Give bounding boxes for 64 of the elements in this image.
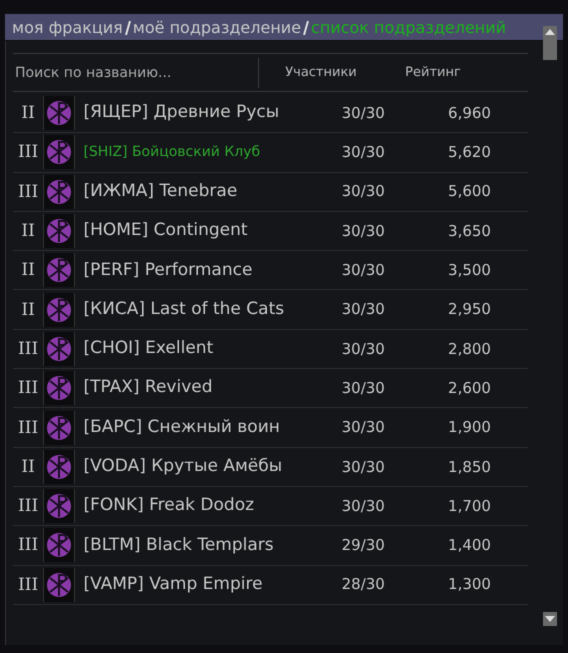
members-cell-text: 28/30	[340, 574, 386, 596]
scroll-down-button[interactable]	[543, 612, 557, 626]
unit-name[interactable]: [ЯЩЕР] Древние Русы	[75, 100, 316, 126]
unit-name[interactable]: [VODA] Крутые Амёбы	[75, 454, 316, 480]
members-cell-text: 30/30	[340, 417, 386, 438]
unit-name[interactable]: [КИСА] Last of the Cats	[75, 296, 316, 322]
separator-icon	[303, 21, 310, 35]
rating-cell-text: 3,500	[447, 260, 492, 282]
unit-name[interactable]: [ИЖМА] Tenebrae	[75, 178, 316, 204]
rating-cell-text: 1,850	[447, 456, 492, 478]
rating-cell-text: 2,600	[447, 378, 492, 399]
members-cell-text: 29/30	[340, 535, 386, 556]
rating-cell-text: 1,900	[447, 417, 492, 438]
rating-cell-text: 3,650	[447, 220, 492, 242]
emblem-icon	[44, 96, 76, 130]
column-header[interactable]: Рейтинг	[377, 62, 489, 82]
unit-name[interactable]: [TPAX] Revived	[75, 375, 316, 401]
breadcrumb-link[interactable]: моё подразделение	[132, 17, 302, 39]
members-cell-text: 30/30	[340, 220, 386, 242]
emblem-icon	[44, 371, 76, 406]
unit-name[interactable]: [VAMP] Vamp Empire	[75, 572, 316, 598]
members-cell-text: 30/30	[340, 260, 386, 282]
members-cell-text: 30/30	[340, 102, 386, 124]
members-cell-text: 30/30	[340, 378, 386, 399]
separator-icon	[124, 21, 131, 35]
emblem-icon	[44, 450, 76, 484]
breadcrumb-link[interactable]: моя фракция	[12, 17, 123, 39]
unit-name[interactable]: [SHIZ] Бойцовский Клуб	[75, 142, 316, 163]
unit-name[interactable]: [CHOI] Exellent	[75, 336, 316, 362]
rating-cell-text: 1,300	[447, 574, 492, 596]
emblem-icon	[44, 568, 76, 602]
emblem-icon	[44, 528, 76, 562]
emblem-icon	[44, 253, 76, 288]
emblem-icon	[44, 174, 76, 209]
members-cell-text: 30/30	[340, 142, 386, 164]
up-arrow-icon	[545, 29, 555, 35]
emblem-icon	[44, 332, 76, 366]
unit-name[interactable]: [BLTM] Black Templars	[75, 532, 316, 558]
members-cell-text: 30/30	[340, 299, 386, 320]
unit-name[interactable]: [HOME] Contingent	[75, 218, 316, 244]
rating-cell-text: 1,700	[447, 496, 492, 517]
rating-cell-text: 1,400	[447, 535, 492, 556]
members-cell-text: 30/30	[340, 496, 386, 517]
members-cell-text: 30/30	[340, 181, 386, 202]
emblem-icon	[44, 489, 76, 524]
rating-cell-text: 6,960	[447, 102, 492, 124]
emblem-icon	[44, 214, 76, 248]
down-arrow-icon	[545, 616, 555, 622]
column-header[interactable]: Участники	[265, 62, 377, 82]
emblem-icon	[44, 292, 76, 327]
rating-cell-text: 5,620	[447, 142, 492, 164]
rating-cell-text: 2,950	[447, 299, 492, 320]
scroll-up-button[interactable]	[543, 26, 557, 60]
members-cell-text: 30/30	[340, 456, 386, 478]
members-cell-text: 30/30	[340, 338, 386, 360]
search-field[interactable]: Поиск по названию...	[13, 58, 259, 88]
unit-name[interactable]: [PERF] Performance	[75, 258, 316, 284]
unit-name[interactable]: [FONK] Freak Dodoz	[75, 493, 316, 519]
rating-cell-text: 2,800	[447, 338, 492, 360]
emblem-icon	[44, 135, 76, 170]
unit-name[interactable]: [БАРС] Снежный воин	[75, 414, 316, 440]
scrollbar-track[interactable]	[543, 26, 557, 626]
rating-cell-text: 5,600	[447, 181, 492, 202]
emblem-icon	[44, 410, 76, 445]
